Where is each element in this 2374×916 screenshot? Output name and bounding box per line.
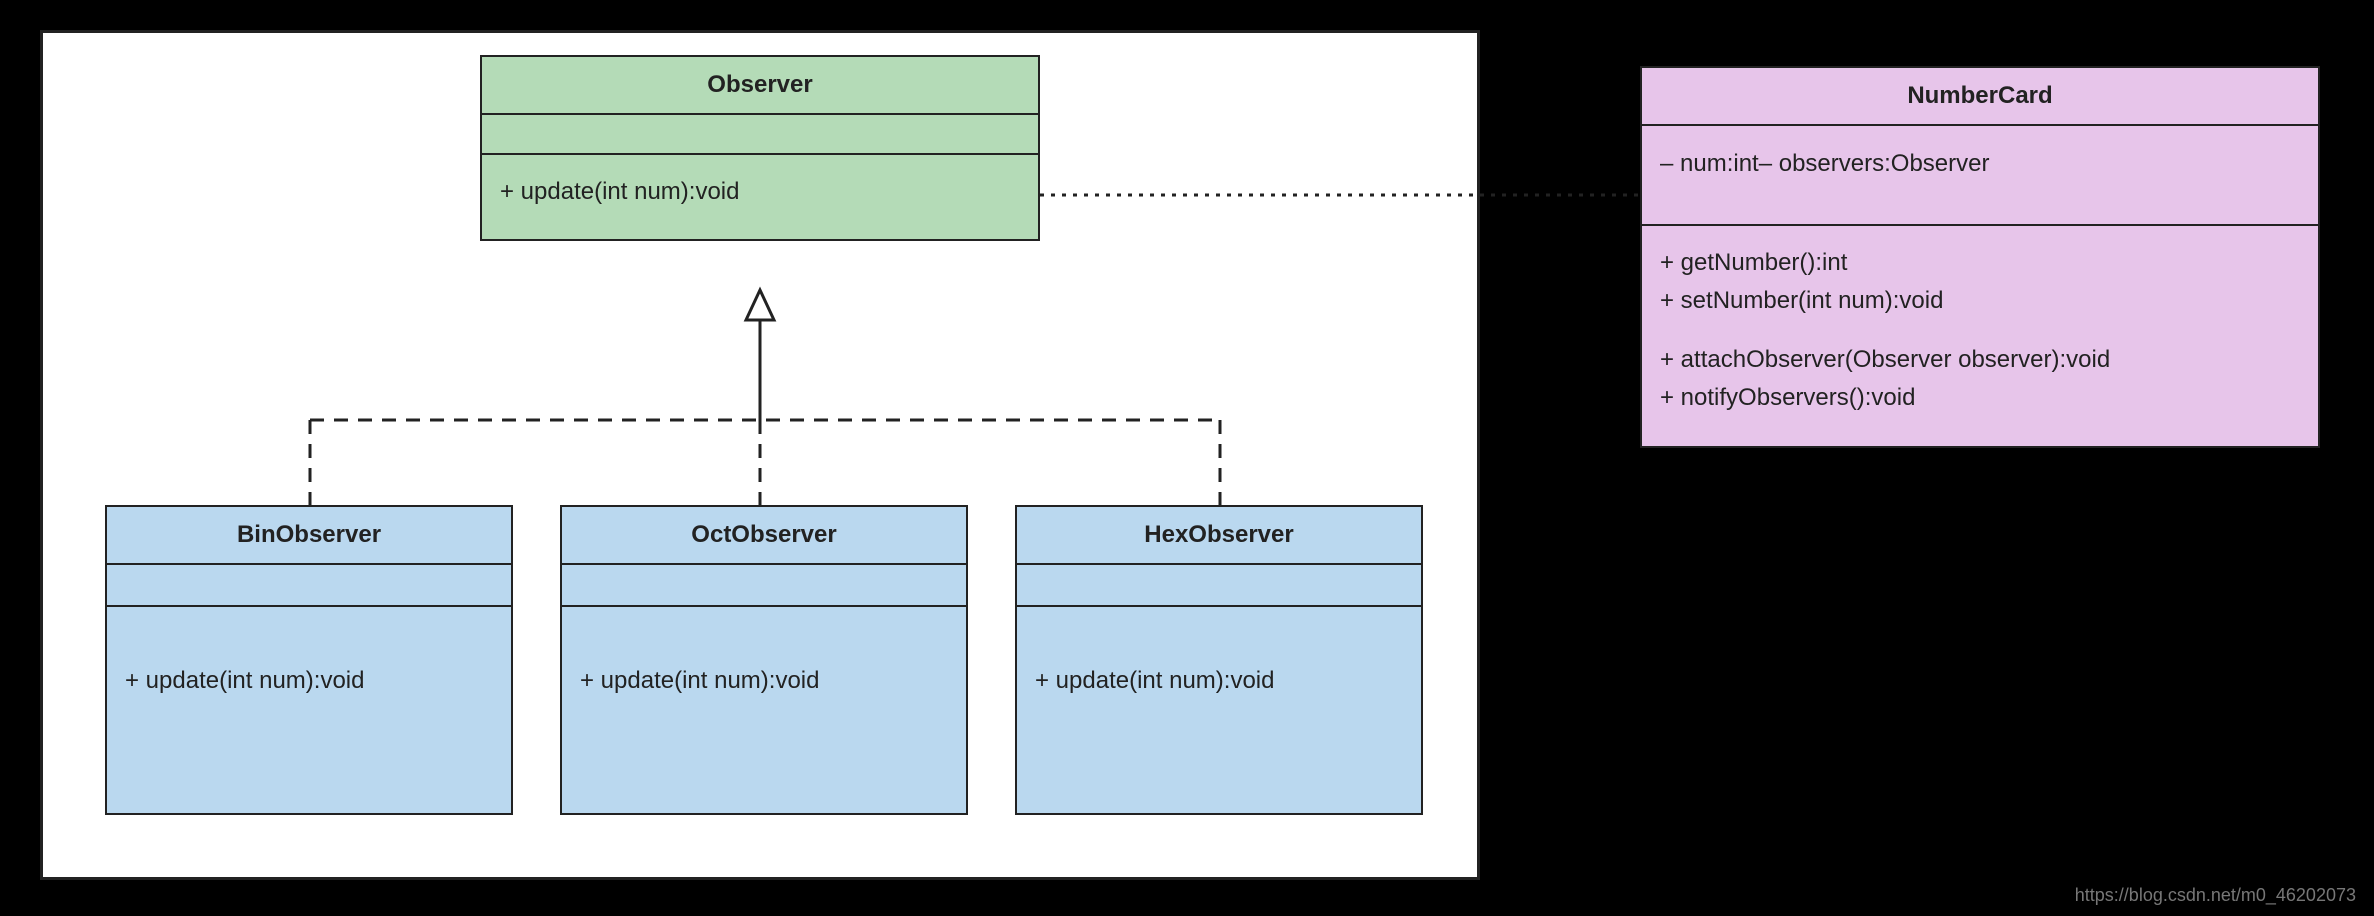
- class-numbercard-method: + attachObserver(Observer observer):void: [1660, 341, 2300, 379]
- class-hexobserver: HexObserver + update(int num):void: [1015, 505, 1423, 815]
- class-octobserver-attrs: [562, 565, 966, 607]
- class-binobserver-methods: + update(int num):void: [107, 607, 511, 813]
- class-binobserver: BinObserver + update(int num):void: [105, 505, 513, 815]
- class-numbercard-title: NumberCard: [1642, 68, 2318, 126]
- class-octobserver-methods: + update(int num):void: [562, 607, 966, 813]
- class-numbercard-attrs: – num:int– observers:Observer: [1642, 126, 2318, 226]
- class-binobserver-attrs: [107, 565, 511, 607]
- class-observer-methods: + update(int num):void: [482, 155, 1038, 239]
- watermark: https://blog.csdn.net/m0_46202073: [2075, 885, 2356, 906]
- class-octobserver-method: + update(int num):void: [580, 662, 948, 700]
- class-binobserver-method: + update(int num):void: [125, 662, 493, 700]
- class-hexobserver-method: + update(int num):void: [1035, 662, 1403, 700]
- class-numbercard-attr: – num:int– observers:Observer: [1660, 146, 2300, 182]
- class-observer-attrs: [482, 115, 1038, 155]
- class-numbercard: NumberCard – num:int– observers:Observer…: [1640, 66, 2320, 448]
- class-hexobserver-methods: + update(int num):void: [1017, 607, 1421, 813]
- class-observer-title: Observer: [482, 57, 1038, 115]
- class-octobserver: OctObserver + update(int num):void: [560, 505, 968, 815]
- class-observer: Observer + update(int num):void: [480, 55, 1040, 241]
- class-numbercard-method: + notifyObservers():void: [1660, 379, 2300, 417]
- class-octobserver-title: OctObserver: [562, 507, 966, 565]
- class-observer-method: + update(int num):void: [500, 173, 1020, 211]
- class-hexobserver-attrs: [1017, 565, 1421, 607]
- class-binobserver-title: BinObserver: [107, 507, 511, 565]
- class-numbercard-methods: + getNumber():int + setNumber(int num):v…: [1642, 226, 2318, 446]
- class-numbercard-method: + getNumber():int: [1660, 244, 2300, 282]
- class-hexobserver-title: HexObserver: [1017, 507, 1421, 565]
- method-group-divider: [1660, 321, 2300, 341]
- class-numbercard-method: + setNumber(int num):void: [1660, 282, 2300, 320]
